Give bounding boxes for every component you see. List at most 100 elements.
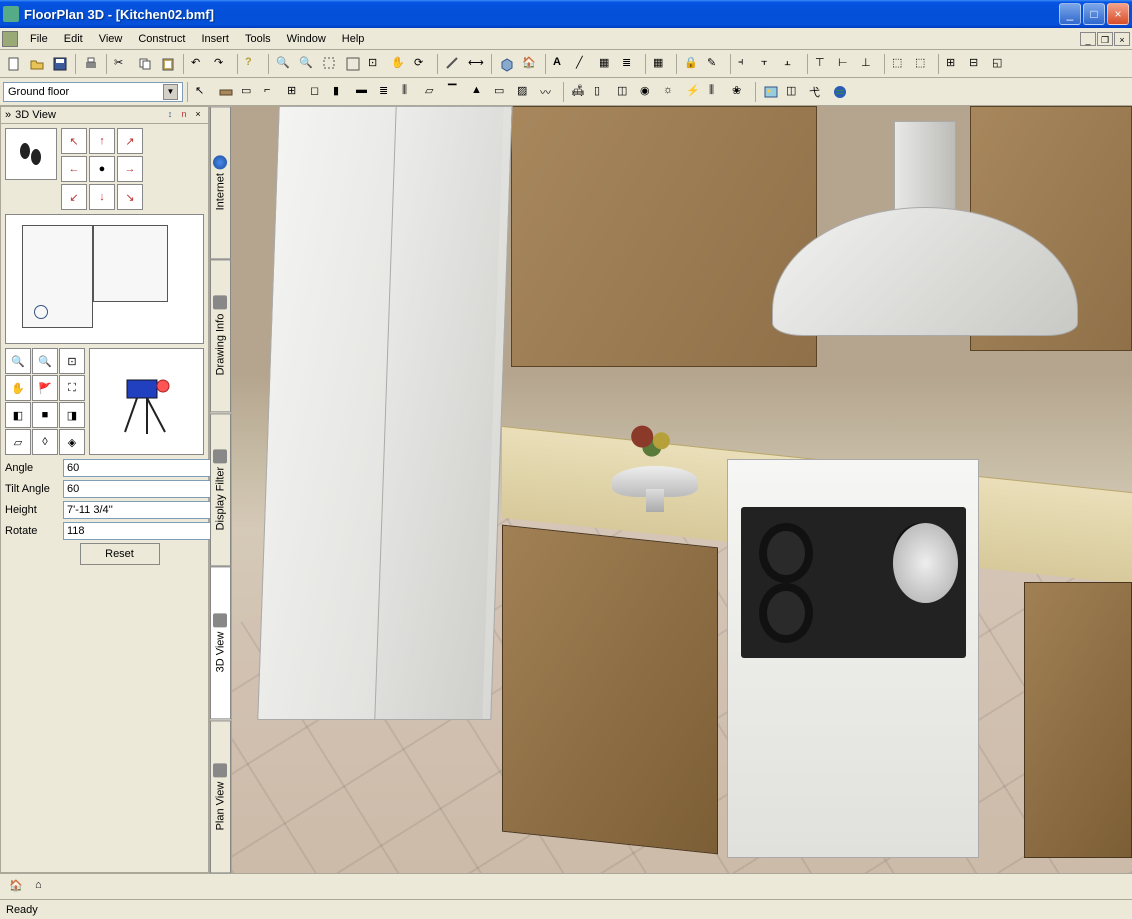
pan-tool-icon[interactable]: ✋ xyxy=(5,375,31,401)
beam-tool-icon[interactable]: ▬ xyxy=(353,81,375,103)
light-tool-icon[interactable]: ☼ xyxy=(660,81,682,103)
zoom-previous-icon[interactable]: ⊡ xyxy=(365,53,387,75)
zoom-in-button[interactable]: 🔍 xyxy=(273,53,295,75)
print-button[interactable] xyxy=(80,53,102,75)
tab-display-filter[interactable]: Display Filter xyxy=(210,413,231,566)
zoom-window-button[interactable] xyxy=(319,53,341,75)
menu-help[interactable]: Help xyxy=(334,31,373,47)
menu-insert[interactable]: Insert xyxy=(193,31,237,47)
measure-button[interactable] xyxy=(442,53,464,75)
wall-tool-icon[interactable] xyxy=(215,81,237,103)
group-icon[interactable]: ⊞ xyxy=(943,53,965,75)
target-tool-icon[interactable]: 🚩 xyxy=(32,375,58,401)
slab-tool-icon[interactable]: ▭ xyxy=(491,81,513,103)
align-right-icon[interactable]: ⫠ xyxy=(781,53,803,75)
cut-button[interactable]: ✂ xyxy=(111,53,133,75)
zoom-in-tool-icon[interactable]: 🔍 xyxy=(5,348,31,374)
tree-tool-icon[interactable]: ⼷ xyxy=(806,81,828,103)
menu-tools[interactable]: Tools xyxy=(237,31,279,47)
menu-edit[interactable]: Edit xyxy=(56,31,91,47)
undo-button[interactable]: ↶ xyxy=(188,53,210,75)
appliance-tool-icon[interactable]: ◫ xyxy=(614,81,636,103)
distribute-v-icon[interactable]: ⬚ xyxy=(912,53,934,75)
text-tool-icon[interactable]: A xyxy=(550,53,572,75)
pan-button[interactable]: ✋ xyxy=(388,53,410,75)
menu-construct[interactable]: Construct xyxy=(130,31,193,47)
fixture-tool-icon[interactable]: ◉ xyxy=(637,81,659,103)
copy-button[interactable] xyxy=(134,53,156,75)
line-tool-icon[interactable]: ╱ xyxy=(573,53,595,75)
close-button[interactable]: × xyxy=(1107,3,1129,25)
nav-right-icon[interactable]: → xyxy=(117,156,143,182)
camera-lock-icon[interactable]: 🔒 xyxy=(681,53,703,75)
material-tool-icon[interactable]: ◫ xyxy=(783,81,805,103)
mdi-restore[interactable]: ❐ xyxy=(1097,32,1113,46)
home-icon[interactable] xyxy=(2,31,18,47)
ceiling-tool-icon[interactable]: ▔ xyxy=(445,81,467,103)
view-top-icon[interactable]: ▱ xyxy=(5,429,31,455)
nav-down-icon[interactable]: ↓ xyxy=(89,184,115,210)
hatch-tool-icon[interactable]: ▨ xyxy=(514,81,536,103)
help-button[interactable]: ? xyxy=(242,53,264,75)
camera-widget[interactable] xyxy=(89,348,204,455)
zoom-extents-button[interactable] xyxy=(342,53,364,75)
angle-input[interactable] xyxy=(63,459,213,477)
symbol-library-icon[interactable]: ▦ xyxy=(596,53,618,75)
align-center-h-icon[interactable]: ⫟ xyxy=(758,53,780,75)
globe-icon[interactable] xyxy=(829,81,851,103)
view-solid-icon[interactable]: ■ xyxy=(32,402,58,428)
align-bottom-icon[interactable]: ⊥ xyxy=(858,53,880,75)
nav-up-left-icon[interactable]: ↖ xyxy=(61,128,87,154)
layers-icon[interactable]: ≣ xyxy=(619,53,641,75)
new-button[interactable] xyxy=(3,53,25,75)
room-tool-icon[interactable]: ▭ xyxy=(238,81,260,103)
nav-left-icon[interactable]: ← xyxy=(61,156,87,182)
mdi-minimize[interactable]: _ xyxy=(1080,32,1096,46)
zoom-out-tool-icon[interactable]: 🔍 xyxy=(32,348,58,374)
door-tool-icon[interactable]: ⌐ xyxy=(261,81,283,103)
dimension-icon[interactable]: ⟷ xyxy=(465,53,487,75)
bring-front-icon[interactable]: ◱ xyxy=(989,53,1011,75)
redo-button[interactable]: ↷ xyxy=(211,53,233,75)
distribute-h-icon[interactable]: ⬚ xyxy=(889,53,911,75)
tab-plan-view[interactable]: Plan View xyxy=(210,720,231,873)
menu-window[interactable]: Window xyxy=(279,31,334,47)
panel-pin-icon[interactable]: n xyxy=(178,109,190,121)
furniture-tool-icon[interactable]: 🛋 xyxy=(568,81,590,103)
viewport-3d[interactable] xyxy=(232,106,1132,873)
menu-view[interactable]: View xyxy=(91,31,131,47)
nav-down-left-icon[interactable]: ↙ xyxy=(61,184,87,210)
view-wireframe-icon[interactable]: ◧ xyxy=(5,402,31,428)
reset-button[interactable]: Reset xyxy=(80,543,160,565)
align-left-icon[interactable]: ⫞ xyxy=(735,53,757,75)
zoom-out-button[interactable]: 🔍 xyxy=(296,53,318,75)
bottom-tool-1-icon[interactable]: 🏠 xyxy=(6,876,28,898)
window-tool-icon[interactable]: ⊞ xyxy=(284,81,306,103)
floor-tool-icon[interactable]: ▱ xyxy=(422,81,444,103)
nav-center-icon[interactable]: ● xyxy=(89,156,115,182)
nav-down-right-icon[interactable]: ↘ xyxy=(117,184,143,210)
select-tool-icon[interactable]: ↖ xyxy=(192,81,214,103)
camera-edit-icon[interactable]: ✎ xyxy=(704,53,726,75)
mdi-close[interactable]: × xyxy=(1114,32,1130,46)
view-iso-icon[interactable]: ◈ xyxy=(59,429,85,455)
paste-button[interactable] xyxy=(157,53,179,75)
maximize-button[interactable]: □ xyxy=(1083,3,1105,25)
railing-tool-icon[interactable]: ⫼ xyxy=(399,81,421,103)
refresh-button[interactable]: ⟳ xyxy=(411,53,433,75)
stair-tool-icon[interactable]: ≣ xyxy=(376,81,398,103)
fit-tool-icon[interactable]: ⛶ xyxy=(59,375,85,401)
floor-selector[interactable]: Ground floor ▼ xyxy=(3,82,183,102)
save-button[interactable] xyxy=(49,53,71,75)
opening-tool-icon[interactable]: ◻ xyxy=(307,81,329,103)
menu-file[interactable]: File xyxy=(22,31,56,47)
tilt-input[interactable] xyxy=(63,480,213,498)
column-tool-icon[interactable]: ▮ xyxy=(330,81,352,103)
picture-tool-icon[interactable] xyxy=(760,81,782,103)
tab-internet[interactable]: Internet xyxy=(210,106,231,259)
ungroup-icon[interactable]: ⊟ xyxy=(966,53,988,75)
nav-up-icon[interactable]: ↑ xyxy=(89,128,115,154)
rotate-input[interactable] xyxy=(63,522,213,540)
grid-icon[interactable]: ▦ xyxy=(650,53,672,75)
view-persp-icon[interactable]: ◊ xyxy=(32,429,58,455)
